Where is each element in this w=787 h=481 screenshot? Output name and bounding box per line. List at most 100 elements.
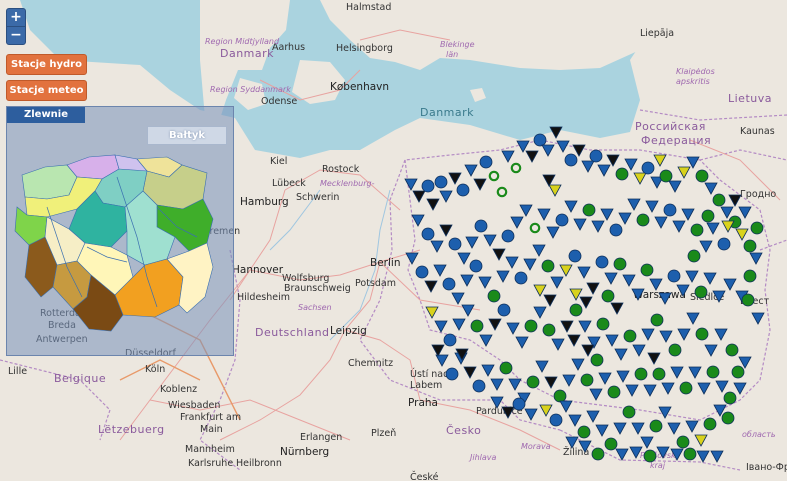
meteo-station-marker[interactable]	[541, 259, 555, 273]
catchment-map[interactable]	[7, 147, 233, 355]
map-label-lubeck: Lübeck	[272, 178, 306, 189]
meteo-station-marker[interactable]	[641, 161, 655, 175]
meteo-station-marker[interactable]	[750, 221, 764, 235]
meteo-station-marker[interactable]	[636, 213, 650, 227]
meteo-station-marker[interactable]	[601, 289, 615, 303]
meteo-station-marker[interactable]	[717, 237, 731, 251]
meteo-station-marker[interactable]	[701, 209, 715, 223]
meteo-station-marker[interactable]	[421, 227, 435, 241]
meteo-station-marker[interactable]	[687, 249, 701, 263]
meteo-station-marker[interactable]	[667, 269, 681, 283]
meteo-station-marker[interactable]	[487, 289, 501, 303]
meteo-station-marker[interactable]	[683, 447, 697, 461]
meteo-station-marker[interactable]	[564, 153, 578, 167]
meteo-station-marker[interactable]	[472, 379, 486, 393]
map-label-mecklenburg: Mecklenburg-	[320, 179, 375, 188]
meteo-station-marker[interactable]	[589, 149, 603, 163]
catchment-regions[interactable]	[14, 154, 214, 332]
meteo-station-marker[interactable]	[741, 293, 755, 307]
meteo-station-marker[interactable]	[421, 179, 435, 193]
meteo-station-marker[interactable]	[725, 343, 739, 357]
meteo-station-marker[interactable]	[514, 271, 528, 285]
meteo-station-marker[interactable]	[497, 303, 511, 317]
meteo-station-marker[interactable]	[590, 353, 604, 367]
meteo-station-marker[interactable]	[609, 223, 623, 237]
meteo-station-marker[interactable]	[743, 239, 757, 253]
map-label-praha: Praha	[408, 397, 438, 409]
meteo-station-marker[interactable]	[596, 317, 610, 331]
meteo-station-marker[interactable]	[415, 265, 429, 279]
meteo-station-marker[interactable]	[524, 319, 538, 333]
meteo-station-marker[interactable]	[549, 413, 563, 427]
meteo-station-marker[interactable]	[721, 411, 735, 425]
map-label-jihlava: Jihlava	[468, 453, 497, 462]
meteo-station-marker[interactable]	[456, 183, 470, 197]
meteo-station-marker[interactable]	[695, 169, 709, 183]
map-label-mannheim: Mannheim	[185, 444, 235, 455]
meteo-station-marker[interactable]	[568, 249, 582, 263]
meteo-station-marker[interactable]	[659, 169, 673, 183]
meteo-station-marker[interactable]	[743, 269, 757, 283]
meteo-station-marker[interactable]	[501, 229, 515, 243]
meteo-station-marker[interactable]	[694, 285, 708, 299]
meteo-station-marker[interactable]	[533, 133, 547, 147]
meteo-station-marker[interactable]	[604, 437, 618, 451]
meteo-station-marker[interactable]	[591, 447, 605, 461]
meteo-station-marker[interactable]	[649, 419, 663, 433]
meteo-station-marker[interactable]	[526, 375, 540, 389]
basin-pomerania-west[interactable]	[21, 164, 78, 200]
meteo-station-marker[interactable]	[479, 155, 493, 169]
meteo-station-marker[interactable]	[607, 385, 621, 399]
meteo-station-marker[interactable]	[553, 389, 567, 403]
meteo-station-marker[interactable]	[615, 167, 629, 181]
meteo-station-marker[interactable]	[652, 367, 666, 381]
meteo-station-marker[interactable]	[470, 319, 484, 333]
meteo-station-marker[interactable]	[695, 327, 709, 341]
meteo-stations-button[interactable]: Stacje meteo	[6, 80, 87, 101]
meteo-station-marker[interactable]	[650, 313, 664, 327]
meteo-station-marker[interactable]	[640, 263, 654, 277]
meteo-station-marker[interactable]	[668, 343, 682, 357]
meteo-station-marker[interactable]	[690, 223, 704, 237]
meteo-station-marker[interactable]	[679, 381, 693, 395]
map-label-luxembourg: Lëtzebuerg	[98, 423, 165, 436]
meteo-station-marker[interactable]	[723, 391, 737, 405]
meteo-station-marker[interactable]	[499, 361, 513, 375]
meteo-station-marker[interactable]	[595, 255, 609, 269]
meteo-station-marker[interactable]	[580, 373, 594, 387]
meteo-station-marker[interactable]	[676, 435, 690, 449]
map-label-main: Main	[200, 424, 223, 435]
zoom-in-button[interactable]: +	[7, 9, 25, 26]
meteo-station-marker[interactable]	[643, 449, 657, 463]
map-label-region_midtjylland: Region Midtjylland	[205, 37, 280, 46]
map-label-ustinad: Ústí nad	[410, 368, 449, 380]
meteo-station-marker[interactable]	[445, 367, 459, 381]
meteo-station-marker[interactable]	[542, 323, 556, 337]
meteo-station-marker[interactable]	[622, 405, 636, 419]
meteo-station-marker[interactable]	[712, 193, 726, 207]
meteo-station-marker[interactable]	[731, 365, 745, 379]
meteo-station-marker[interactable]	[448, 237, 462, 251]
meteo-station-marker[interactable]	[703, 417, 717, 431]
meteo-station-marker[interactable]	[663, 203, 677, 217]
meteo-station-marker[interactable]	[623, 329, 637, 343]
meteo-station-marker[interactable]	[434, 175, 448, 189]
zoom-control: + −	[6, 8, 26, 45]
meteo-station-marker[interactable]	[582, 203, 596, 217]
meteo-station-marker[interactable]	[613, 257, 627, 271]
hydro-stations-button[interactable]: Stacje hydro	[6, 54, 87, 75]
meteo-station-marker[interactable]	[577, 425, 591, 439]
baltic-button[interactable]: Bałtyk	[147, 126, 227, 145]
meteo-station-marker[interactable]	[555, 213, 569, 227]
meteo-station-marker[interactable]	[512, 397, 526, 411]
meteo-station-marker[interactable]	[442, 277, 456, 291]
meteo-station-marker[interactable]	[569, 303, 583, 317]
map-label-ivano: Івано-Фр	[746, 462, 787, 473]
meteo-station-marker[interactable]	[474, 219, 488, 233]
meteo-station-marker[interactable]	[634, 367, 648, 381]
meteo-station-marker[interactable]	[706, 365, 720, 379]
meteo-station-marker[interactable]	[443, 333, 457, 347]
meteo-station-marker[interactable]	[469, 259, 483, 273]
map-label-ceske: České	[410, 471, 439, 481]
zoom-out-button[interactable]: −	[7, 26, 25, 44]
